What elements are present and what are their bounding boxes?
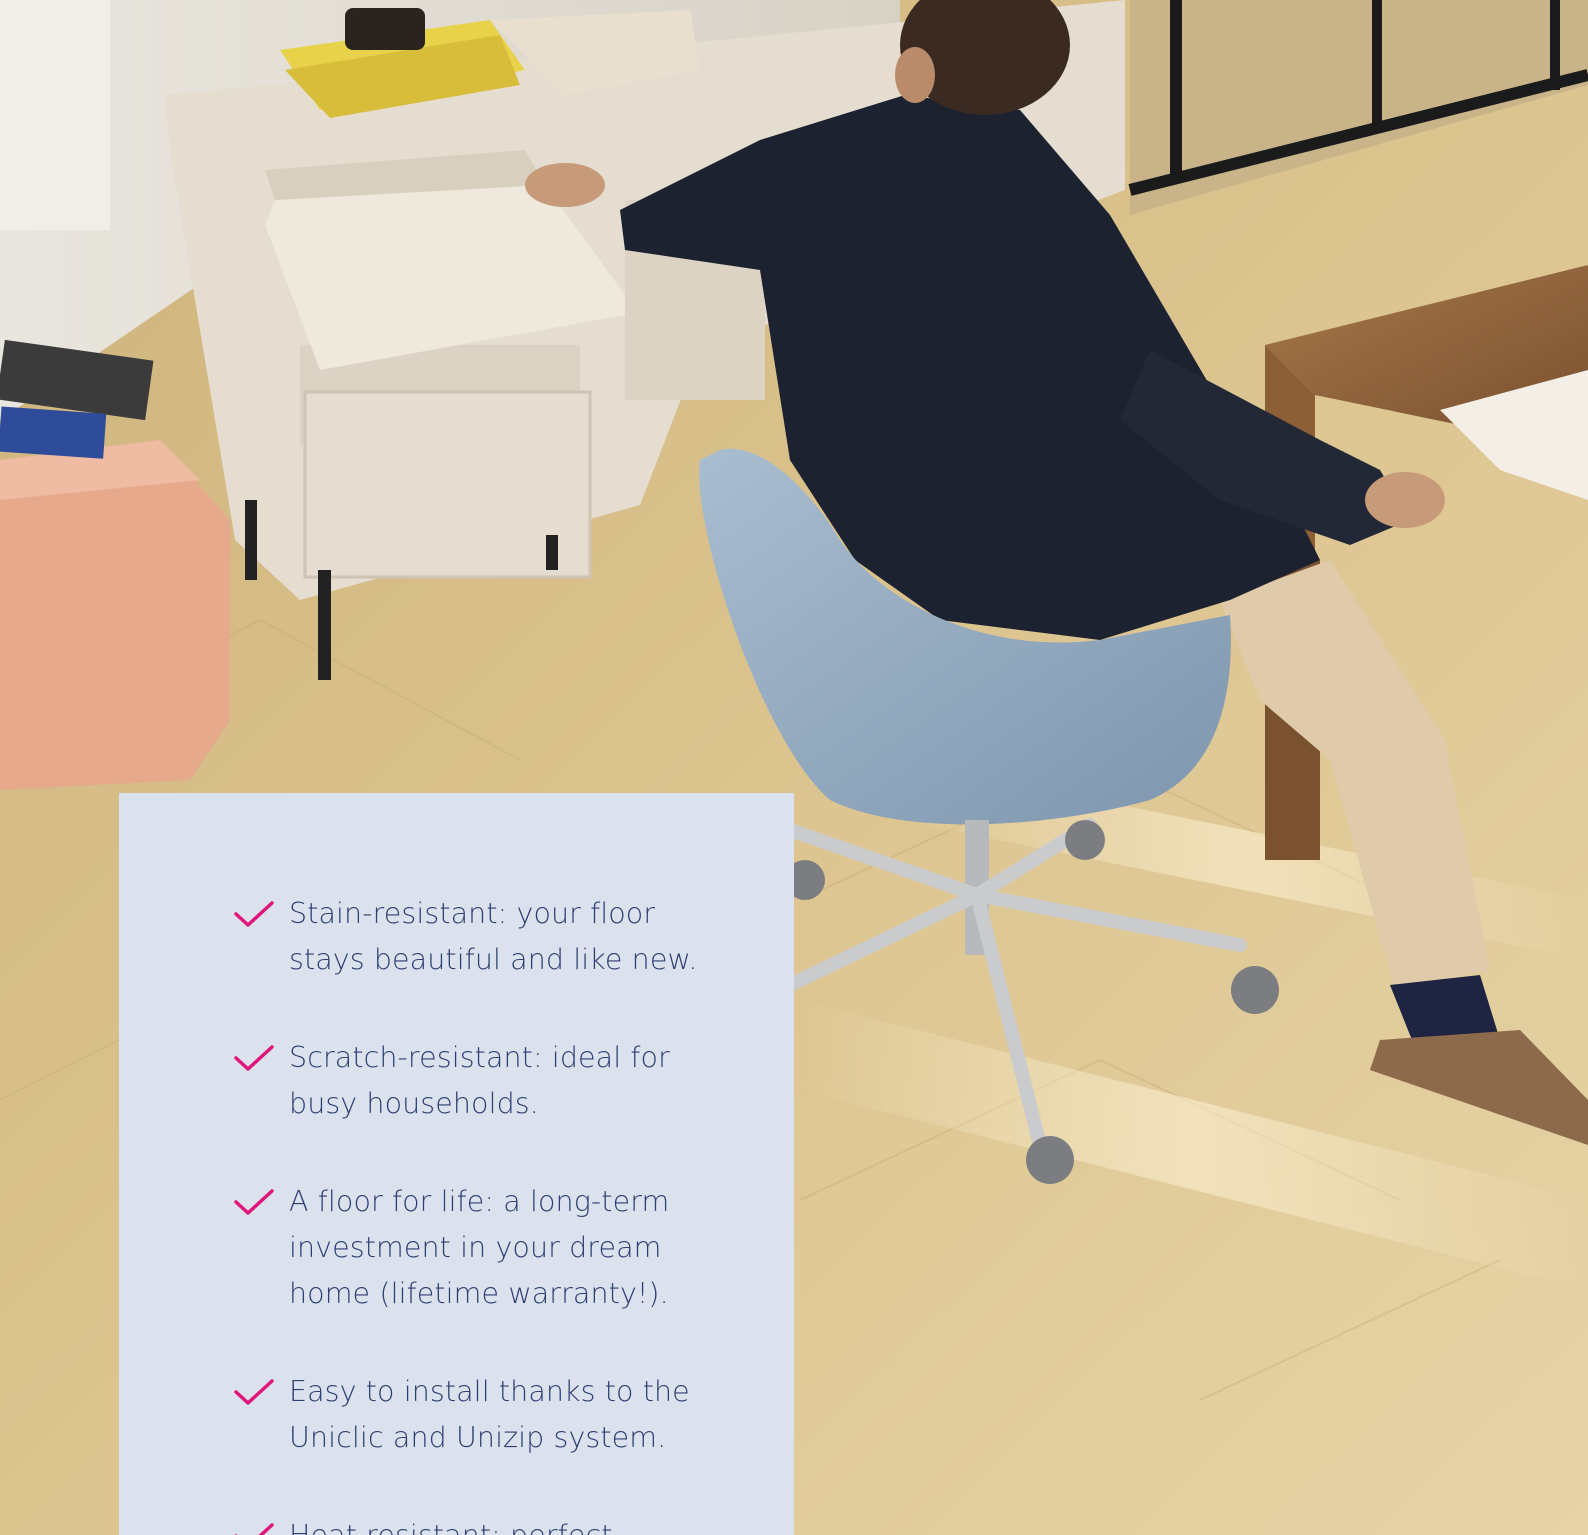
checkmark-icon bbox=[234, 1045, 274, 1071]
benefit-text: Stain-resistant: your floor stays beauti… bbox=[289, 897, 698, 976]
benefit-item-scratch-resistant: Scratch-resistant: ideal for busy househ… bbox=[233, 1035, 703, 1127]
checkmark-icon bbox=[234, 901, 274, 927]
benefit-item-stain-resistant: Stain-resistant: your floor stays beauti… bbox=[233, 891, 703, 983]
benefit-text: Scratch-resistant: ideal for busy househ… bbox=[289, 1041, 670, 1120]
benefit-item-heat-resistant: Heat resistant: perfect bbox=[233, 1513, 703, 1535]
checkmark-icon bbox=[234, 1523, 274, 1535]
benefit-text: Easy to install thanks to the Uniclic an… bbox=[289, 1375, 690, 1454]
checkmark-icon bbox=[234, 1189, 274, 1215]
benefit-text: Heat resistant: perfect bbox=[289, 1513, 703, 1535]
window-frame bbox=[0, 0, 110, 230]
checkmark-icon bbox=[234, 1379, 274, 1405]
benefits-card: Stain-resistant: your floor stays beauti… bbox=[119, 793, 794, 1535]
benefit-list: Stain-resistant: your floor stays beauti… bbox=[233, 891, 703, 1535]
benefit-item-easy-install: Easy to install thanks to the Uniclic an… bbox=[233, 1369, 703, 1461]
benefit-item-floor-for-life: A floor for life: a long-term investment… bbox=[233, 1179, 703, 1317]
page: Stain-resistant: your floor stays beauti… bbox=[0, 0, 1588, 1535]
benefit-text: A floor for life: a long-term investment… bbox=[289, 1185, 670, 1310]
